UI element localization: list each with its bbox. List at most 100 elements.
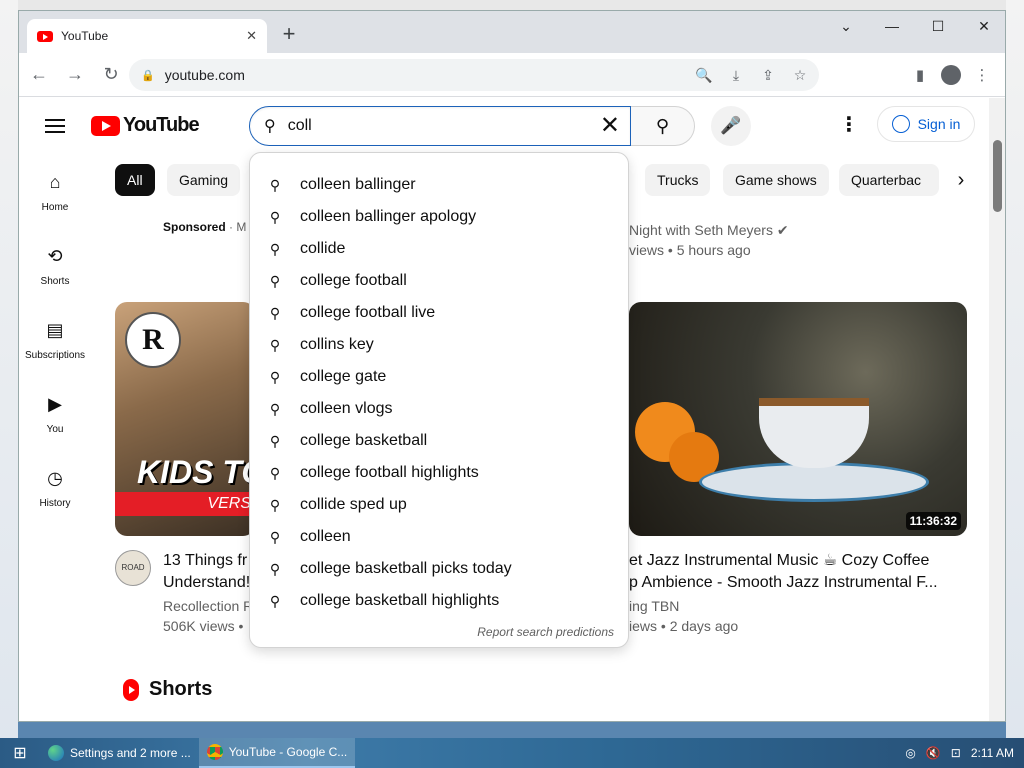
video-thumbnail-right[interactable]: 11:36:32 <box>629 302 967 536</box>
thumbnail-banner: VERS <box>115 492 255 516</box>
suggestion-item[interactable]: ⚲ collide <box>250 233 628 265</box>
sponsored-row: Sponsored · M <box>163 220 246 234</box>
search-button-icon: ⚲ <box>655 115 670 136</box>
suggestion-text: college gate <box>300 368 387 385</box>
back-button[interactable]: ← <box>23 59 55 91</box>
suggestion-item[interactable]: ⚲ colleen <box>250 521 628 553</box>
reload-button[interactable]: ↻ <box>95 59 127 91</box>
suggestion-item[interactable]: ⚲ college football <box>250 265 628 297</box>
chevron-right-icon[interactable]: › <box>945 164 977 196</box>
video-thumbnail-left[interactable]: R KIDS TO VERS <box>115 302 255 536</box>
suggestion-item[interactable]: ⚲ college basketball <box>250 425 628 457</box>
shorts-heading: Shorts <box>149 678 213 700</box>
bookmark-star-icon[interactable]: ☆ <box>789 67 811 84</box>
zoom-icon[interactable]: 🔍 <box>693 67 715 84</box>
suggestion-item[interactable]: ⚲ colleen vlogs <box>250 393 628 425</box>
forward-button[interactable]: → <box>59 59 91 91</box>
system-clock[interactable]: 2:11 AM <box>971 746 1014 760</box>
hamburger-menu-icon[interactable] <box>43 114 67 138</box>
sign-in-label: Sign in <box>917 116 961 132</box>
profile-avatar-icon[interactable] <box>941 65 961 85</box>
chip-trucks[interactable]: Trucks <box>645 164 711 196</box>
suggestion-item[interactable]: ⚲ college football live <box>250 297 628 329</box>
search-icon: ⚲ <box>269 304 281 321</box>
suggestion-item[interactable]: ⚲ college basketball highlights <box>250 585 628 617</box>
install-app-icon[interactable]: ⤓ <box>725 67 747 84</box>
page-scrollbar[interactable] <box>989 98 1005 721</box>
tab-youtube[interactable]: YouTube ✕ <box>27 19 267 53</box>
sidebar-item-you[interactable]: ▶ You <box>19 376 91 450</box>
new-tab-button[interactable]: + <box>277 23 301 47</box>
close-window-button[interactable]: ✕ <box>961 11 1005 41</box>
suggestion-item[interactable]: ⚲ colleen ballinger apology <box>250 201 628 233</box>
report-search-predictions-link[interactable]: Report search predictions <box>477 625 614 639</box>
window-controls: ⌄ — ☐ ✕ <box>823 11 1005 41</box>
suggestion-item[interactable]: ⚲ collins key <box>250 329 628 361</box>
sidebar-item-label: You <box>46 424 64 435</box>
microphone-icon: 🎤 <box>720 116 742 135</box>
video-title-left-line1[interactable]: 13 Things fr <box>163 550 253 572</box>
video-title-right-line2[interactable]: p Ambience - Smooth Jazz Instrumental F.… <box>629 572 969 594</box>
video-title-left-line2[interactable]: Understand! <box>163 572 253 594</box>
maximize-button[interactable]: ☐ <box>915 11 961 41</box>
voice-search-button[interactable]: 🎤 <box>711 106 751 146</box>
youtube-logo[interactable]: YouTube <box>91 114 200 137</box>
seth-channel-name[interactable]: Night with Seth Meyers ✔ <box>629 220 789 240</box>
suggestion-item[interactable]: ⚲ colleen ballinger <box>250 169 628 201</box>
tab-strip: YouTube ✕ + ⌄ — ☐ ✕ <box>19 11 1005 53</box>
minimize-button[interactable]: — <box>869 11 915 41</box>
sidebar-item-history[interactable]: ◷ History <box>19 450 91 524</box>
side-panel-icon[interactable]: ▮ <box>907 59 933 91</box>
volume-muted-icon[interactable]: 🔇 <box>926 746 941 760</box>
suggestion-text: colleen ballinger <box>300 176 416 193</box>
sign-in-button[interactable]: Sign in <box>877 106 975 142</box>
edge-browser-icon <box>48 745 64 761</box>
tray-network-icon[interactable]: ◎ <box>905 746 915 760</box>
address-bar[interactable]: 🔒 youtube.com 🔍 ⤓ ⇪ ☆ <box>129 59 819 91</box>
tab-title: YouTube <box>61 29 109 43</box>
address-text[interactable]: youtube.com <box>165 67 245 83</box>
channel-avatar[interactable]: ROAD <box>115 550 151 586</box>
sidebar-item-shorts[interactable]: ⟲ Shorts <box>19 228 91 302</box>
omnibox-icons: 🔍 ⤓ ⇪ ☆ <box>693 59 811 91</box>
home-icon: ⌂ <box>49 172 61 192</box>
suggestion-item[interactable]: ⚲ college basketball picks today <box>250 553 628 585</box>
chip-all[interactable]: All <box>115 164 155 196</box>
tab-search-icon[interactable]: ⌄ <box>823 11 869 41</box>
suggestion-item[interactable]: ⚲ college gate <box>250 361 628 393</box>
suggestion-text: collins key <box>300 336 374 353</box>
chip-gaming[interactable]: Gaming <box>167 164 241 196</box>
search-icon: ⚲ <box>269 592 281 609</box>
site-info-icon[interactable]: 🔒 <box>141 69 155 82</box>
search-icon: ⚲ <box>269 208 281 225</box>
suggestion-item[interactable]: ⚲ college football highlights <box>250 457 628 489</box>
sidebar-item-subscriptions[interactable]: ▤ Subscriptions <box>19 302 91 376</box>
browser-menu-icon[interactable]: ⋮ <box>969 59 995 91</box>
windows-start-icon[interactable]: ⊞ <box>0 738 40 768</box>
search-box[interactable]: ⚲ ✕ <box>249 106 631 146</box>
search-button[interactable]: ⚲ <box>631 106 695 146</box>
clear-search-icon[interactable]: ✕ <box>600 113 620 139</box>
you-library-icon: ▶ <box>48 394 62 414</box>
taskbar-item-label: Settings and 2 more ... <box>70 746 191 760</box>
sidebar-item-label: History <box>39 498 71 509</box>
settings-more-icon[interactable]: ⋮ <box>839 112 859 140</box>
taskbar-item-edge[interactable]: Settings and 2 more ... <box>40 738 199 768</box>
sidebar-item-home[interactable]: ⌂ Home <box>19 154 91 228</box>
suggestion-text: colleen vlogs <box>300 400 393 417</box>
search-input[interactable] <box>287 117 578 135</box>
scrollbar-thumb[interactable] <box>993 140 1002 212</box>
chip-game-shows[interactable]: Game shows <box>723 164 829 196</box>
video-channel-left[interactable]: Recollection R <box>163 596 253 616</box>
video-duration-badge: 11:36:32 <box>905 512 961 530</box>
chip-quarterback[interactable]: Quarterbac <box>839 164 939 196</box>
taskbar-item-chrome[interactable]: YouTube - Google C... <box>198 738 356 768</box>
share-icon[interactable]: ⇪ <box>757 67 779 84</box>
video-channel-right[interactable]: ing TBN <box>629 596 679 616</box>
search-icon: ⚲ <box>269 464 281 481</box>
suggestion-item[interactable]: ⚲ collide sped up <box>250 489 628 521</box>
tray-display-icon[interactable]: ⊡ <box>951 746 961 760</box>
video-title-right-line1[interactable]: et Jazz Instrumental Music ☕ Cozy Coffee <box>629 550 969 572</box>
suggestion-text: college basketball picks today <box>300 560 512 577</box>
tab-close-icon[interactable]: ✕ <box>246 28 257 44</box>
